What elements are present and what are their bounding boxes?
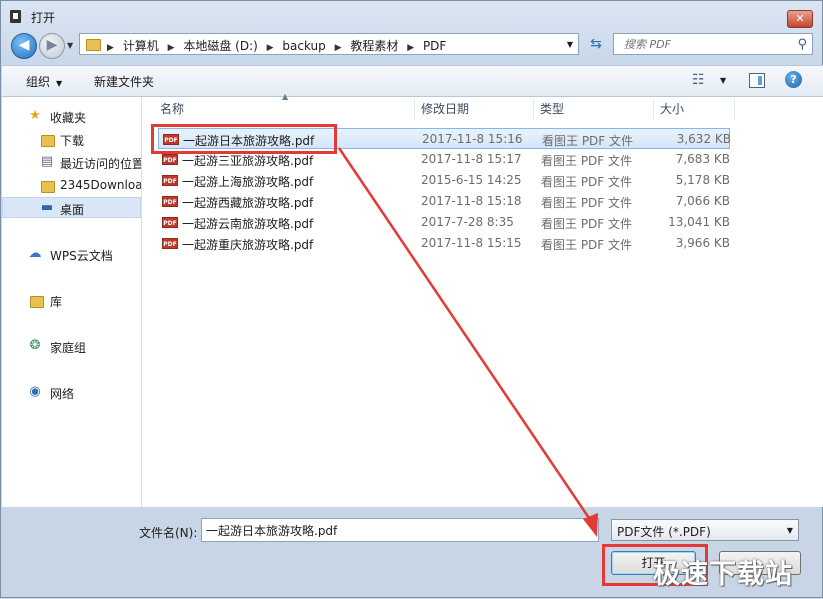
- annotation-arrow: [337, 147, 598, 537]
- annotation-arrow-head: [583, 513, 598, 537]
- watermark-text: 极速下载站: [653, 559, 793, 590]
- annotation-highlight-file: [151, 124, 337, 154]
- open-file-dialog: 打开 ✕ ◀ ▶ ▼ ▶ 计算机 ▶ 本地磁盘 (D:) ▶ backup ▶ …: [0, 0, 823, 598]
- annotation-arrow-line: [337, 147, 593, 522]
